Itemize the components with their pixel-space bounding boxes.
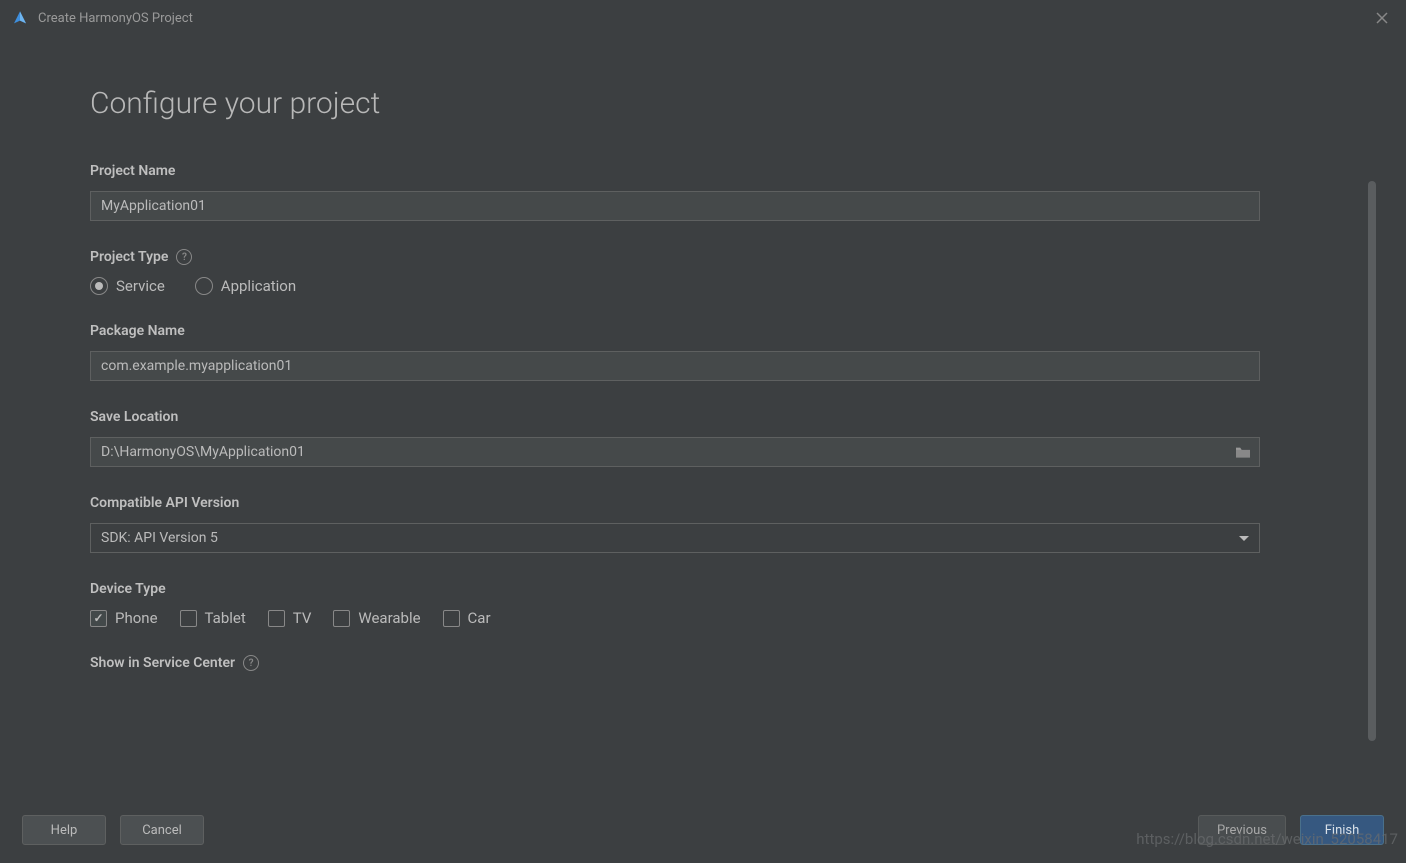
radio-circle-icon [90, 277, 108, 295]
api-version-label: Compatible API Version [90, 495, 1260, 511]
save-location-wrapper [90, 437, 1260, 467]
checkbox-tv-label: TV [293, 609, 312, 627]
project-name-label: Project Name [90, 163, 1260, 179]
package-name-input[interactable] [90, 351, 1260, 381]
api-version-select[interactable]: SDK: API Version 5 [90, 523, 1260, 553]
device-type-label: Device Type [90, 581, 1260, 597]
button-bar: Help Cancel Previous Finish [0, 815, 1406, 845]
checkbox-tv[interactable]: TV [268, 609, 312, 627]
project-type-group: Project Type ? Service Application [90, 249, 1260, 295]
help-icon[interactable]: ? [243, 655, 259, 671]
checkbox-phone[interactable]: Phone [90, 609, 158, 627]
checkbox-tablet[interactable]: Tablet [180, 609, 246, 627]
service-center-label-text: Show in Service Center [90, 655, 235, 671]
checkbox-car-label: Car [468, 609, 491, 627]
checkbox-icon [268, 610, 285, 627]
project-type-radio-group: Service Application [90, 277, 1260, 295]
radio-service[interactable]: Service [90, 277, 165, 295]
project-name-group: Project Name [90, 163, 1260, 221]
radio-application[interactable]: Application [195, 277, 296, 295]
package-name-group: Package Name [90, 323, 1260, 381]
checkbox-icon [443, 610, 460, 627]
right-buttons: Previous Finish [1198, 815, 1384, 845]
cancel-button[interactable]: Cancel [120, 815, 204, 845]
radio-circle-icon [195, 277, 213, 295]
help-button[interactable]: Help [22, 815, 106, 845]
checkbox-phone-label: Phone [115, 609, 158, 627]
api-version-value: SDK: API Version 5 [101, 530, 218, 546]
checkbox-icon [90, 610, 107, 627]
radio-application-label: Application [221, 277, 296, 295]
checkbox-icon [180, 610, 197, 627]
package-name-label: Package Name [90, 323, 1260, 339]
device-type-checkboxes: Phone Tablet TV Wearable Car [90, 609, 1260, 627]
finish-button[interactable]: Finish [1300, 815, 1384, 845]
save-location-input[interactable] [90, 437, 1260, 467]
checkbox-tablet-label: Tablet [205, 609, 246, 627]
title-bar: Create HarmonyOS Project [0, 0, 1406, 36]
project-type-label-text: Project Type [90, 249, 168, 265]
checkbox-wearable[interactable]: Wearable [333, 609, 420, 627]
close-button[interactable] [1370, 6, 1394, 30]
service-center-label: Show in Service Center ? [90, 655, 1260, 671]
window-title: Create HarmonyOS Project [38, 11, 193, 26]
chevron-down-icon [1239, 536, 1249, 541]
checkbox-wearable-label: Wearable [358, 609, 420, 627]
title-left: Create HarmonyOS Project [12, 10, 193, 26]
checkbox-icon [333, 610, 350, 627]
radio-service-label: Service [116, 277, 165, 295]
help-icon[interactable]: ? [176, 249, 192, 265]
save-location-group: Save Location [90, 409, 1260, 467]
page-heading: Configure your project [90, 86, 1316, 121]
close-icon [1376, 12, 1388, 24]
save-location-label: Save Location [90, 409, 1260, 425]
app-logo-icon [12, 10, 28, 26]
project-type-label: Project Type ? [90, 249, 1260, 265]
scrollbar[interactable] [1368, 181, 1376, 741]
service-center-group: Show in Service Center ? [90, 655, 1260, 671]
content-area: Configure your project Project Name Proj… [0, 36, 1406, 793]
folder-icon[interactable] [1234, 445, 1252, 459]
left-buttons: Help Cancel [22, 815, 204, 845]
previous-button[interactable]: Previous [1198, 815, 1286, 845]
api-version-group: Compatible API Version SDK: API Version … [90, 495, 1260, 553]
project-name-input[interactable] [90, 191, 1260, 221]
checkbox-car[interactable]: Car [443, 609, 491, 627]
device-type-group: Device Type Phone Tablet TV Wearable Car [90, 581, 1260, 627]
